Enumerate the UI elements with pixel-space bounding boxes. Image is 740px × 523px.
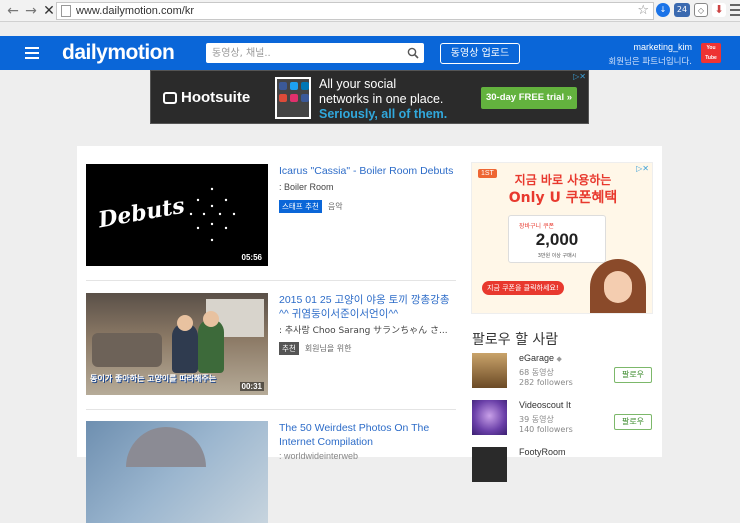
ad-model-image xyxy=(590,259,646,313)
hamburger-menu-icon[interactable] xyxy=(25,47,39,59)
bookmark-star-icon[interactable]: ☆ xyxy=(637,3,649,19)
sofa xyxy=(92,333,162,367)
coupon-value: 2,000 xyxy=(535,230,579,249)
rss-extension-icon[interactable]: 24 xyxy=(674,3,690,17)
coupon-cta[interactable]: 지금 쿠폰을 클릭하세요! xyxy=(482,281,564,295)
ad-headline-2: Only U 쿠폰혜택 xyxy=(508,190,618,206)
video-title[interactable]: The 50 Weirdest Photos On The Internet C… xyxy=(279,421,457,449)
adchoices-icon[interactable]: ▷✕ xyxy=(573,72,586,81)
coupon-side-ad[interactable]: 1ST ▷✕ 지금 바로 사용하는 Only U 쿠폰혜택 장바구니 쿠폰 2,… xyxy=(471,162,653,314)
video-channel[interactable]: : Boiler Room xyxy=(279,182,334,192)
photo-subject xyxy=(126,427,206,467)
channel-video-count: 39 동영상 xyxy=(519,415,554,424)
channel-followers: 140 followers xyxy=(519,425,573,434)
video-item: The 50 Weirdest Photos On The Internet C… xyxy=(86,421,457,523)
video-thumbnail[interactable] xyxy=(86,421,268,523)
follow-section-title: 팔로우 할 사람 xyxy=(472,332,559,348)
recommended-badge: 추천 xyxy=(279,342,299,355)
follow-button[interactable]: 팔로우 xyxy=(614,367,652,383)
banner-line-2: networks in one place. xyxy=(319,92,444,106)
upload-video-button[interactable]: 동영상 업로드 xyxy=(440,43,520,64)
coupon-label: 장바구니 쿠폰 xyxy=(519,223,555,230)
browser-menu-icon[interactable] xyxy=(730,4,740,16)
shield-extension-icon[interactable]: ◇ xyxy=(694,3,708,17)
avatar[interactable]: You Tube xyxy=(701,43,721,63)
video-title[interactable]: 2015 01 25 고양이 야옹 토끼 깡총강총^^ 귀염둥이서준이서언이^^ xyxy=(279,293,457,321)
staff-pick-badge: 스태프 추천 xyxy=(279,200,322,213)
channel-avatar[interactable] xyxy=(472,447,507,482)
video-item: Debuts 05:56 Icarus "Cassia" - Boiler Ro… xyxy=(86,164,456,268)
coupon-condition: 3만원 이상 구매시 xyxy=(537,253,577,259)
video-channel[interactable]: : 추사랑 Choo Sarang サランちゃん さ... xyxy=(279,323,457,336)
search-box xyxy=(206,43,424,64)
child-figure xyxy=(198,319,224,373)
hootsuite-logo: Hootsuite xyxy=(163,89,250,106)
follow-user-item: Videoscout It 39 동영상 140 followers 팔로우 xyxy=(472,400,654,440)
owl-icon xyxy=(163,91,177,104)
browser-toolbar: ← → ✕ www.dailymotion.com/kr ☆ ↓ 24 ◇ ⬇ xyxy=(0,0,740,22)
coupon-card: 장바구니 쿠폰 2,000 3만원 이상 구매시 xyxy=(508,215,606,263)
recommendation-reason: 회원님을 위한 xyxy=(304,344,352,353)
video-thumbnail[interactable]: Debuts 05:56 xyxy=(86,164,268,266)
channel-avatar[interactable] xyxy=(472,400,507,435)
dailymotion-logo[interactable]: dailymotion xyxy=(62,41,175,65)
page-icon xyxy=(61,5,71,17)
forward-icon[interactable]: → xyxy=(22,2,40,20)
video-item: 동이가 좋아하는 고양이를 따라해주는 00:31 2015 01 25 고양이… xyxy=(86,293,456,397)
url-text: www.dailymotion.com/kr xyxy=(76,5,194,17)
hootsuite-banner-ad[interactable]: Hootsuite All your social networks in on… xyxy=(150,70,589,124)
child-head xyxy=(203,311,219,327)
search-input[interactable] xyxy=(206,43,396,64)
thumbnail-text: Debuts xyxy=(96,192,187,234)
social-screen-icon xyxy=(275,77,311,119)
divider xyxy=(86,280,456,281)
follow-user-item: FootyRoom xyxy=(472,447,654,487)
banner-line-3: Seriously, all of them. xyxy=(319,107,448,121)
save-extension-icon[interactable]: ⬇ xyxy=(712,3,726,17)
video-thumbnail[interactable]: 동이가 좋아하는 고양이를 따라해주는 00:31 xyxy=(86,293,268,395)
download-extension-icon[interactable]: ↓ xyxy=(656,3,670,17)
video-channel[interactable]: : worldwideinterweb xyxy=(279,451,358,461)
verified-icon: ◆ xyxy=(556,356,562,363)
child-head xyxy=(177,315,193,331)
channel-name[interactable]: Videoscout It xyxy=(519,400,571,410)
follow-user-item: eGarage ◆ 68 동영상 282 followers 팔로우 xyxy=(472,353,654,393)
banner-line-1: All your social xyxy=(319,77,397,91)
dots-graphic xyxy=(189,187,236,242)
site-header: dailymotion 동영상 업로드 marketing_kim 회원님은 파… xyxy=(0,36,740,70)
back-icon[interactable]: ← xyxy=(4,2,22,20)
ad-headline: 지금 바로 사용하는 xyxy=(514,173,612,187)
channel-name[interactable]: FootyRoom xyxy=(519,447,566,457)
video-category[interactable]: 음악 xyxy=(328,201,343,212)
channel-name[interactable]: eGarage ◆ xyxy=(519,353,562,363)
address-bar[interactable]: www.dailymotion.com/kr ☆ xyxy=(56,2,654,20)
channel-avatar[interactable] xyxy=(472,353,507,388)
main-content: Debuts 05:56 Icarus "Cassia" - Boiler Ro… xyxy=(77,146,662,523)
video-duration: 05:56 xyxy=(239,253,264,262)
partner-status: 회원님은 파트너입니다. xyxy=(608,57,692,67)
video-caption: 동이가 좋아하는 고양이를 따라해주는 xyxy=(90,374,217,383)
channel-followers: 282 followers xyxy=(519,378,573,387)
video-duration: 00:31 xyxy=(239,382,264,391)
follow-button[interactable]: 팔로우 xyxy=(614,414,652,430)
channel-video-count: 68 동영상 xyxy=(519,368,554,377)
divider xyxy=(86,409,456,410)
video-title[interactable]: Icarus "Cassia" - Boiler Room Debuts xyxy=(279,164,457,178)
username[interactable]: marketing_kim xyxy=(608,42,692,52)
user-block[interactable]: marketing_kim 회원님은 파트너입니다. xyxy=(608,42,692,67)
search-icon[interactable] xyxy=(407,47,419,59)
free-trial-button[interactable]: 30-day FREE trial » xyxy=(481,87,577,109)
